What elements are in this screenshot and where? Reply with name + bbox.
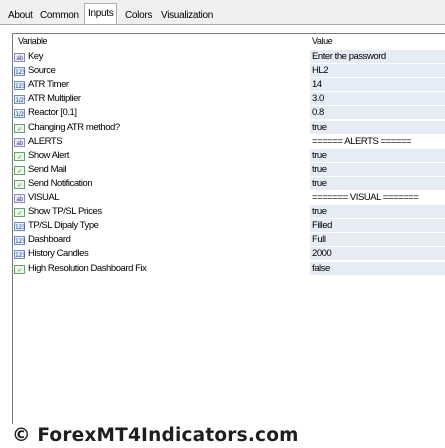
input-name-label: Show TP/SL Prices [28, 206, 102, 218]
input-row[interactable]: 123 ATR Timer 14 [13, 78, 445, 92]
inputs-grid: Variable Value ab Key Enter the password 12… [12, 33, 445, 424]
input-name-cell: ab Key [14, 50, 43, 64]
input-value-cell[interactable]: true [310, 148, 445, 162]
input-row[interactable]: ab Key Enter the password [13, 50, 445, 64]
input-value-cell[interactable]: true [310, 205, 445, 219]
input-row[interactable]: ✓ Send Notification true [13, 176, 445, 191]
boolean-type-icon: ✓ [14, 264, 25, 274]
input-name-label: ATR Multiplier [28, 93, 81, 105]
string-type-icon: ab [14, 53, 25, 62]
input-name-label: Source [28, 65, 56, 77]
input-name-label: ALERTS [28, 135, 63, 147]
integer-type-icon: 123 [14, 67, 26, 77]
input-row[interactable]: 123 History Candles 2000 [13, 247, 445, 261]
input-row[interactable]: ab VISUAL ======= VISUAL ======= [13, 191, 445, 205]
boolean-type-icon: ✓ [14, 179, 25, 189]
input-name-label: Send Notification [28, 177, 93, 189]
input-name-cell: ✓ High Resolution Dashboard Fix [14, 262, 147, 276]
tab-inputs[interactable]: Inputs [84, 3, 118, 25]
column-header-variable: Variable [18, 36, 48, 46]
input-name-label: Reactor [0.1] [28, 107, 77, 119]
double-type-icon: 1/2 [14, 95, 25, 105]
input-name-cell: 123 Source [14, 64, 56, 78]
string-type-icon: ab [14, 194, 25, 203]
input-name-cell: ✓ Show Alert [14, 149, 69, 163]
input-row[interactable]: ✓ Show Alert true [13, 148, 445, 163]
input-name-label: Send Mail [28, 163, 67, 175]
input-value-cell[interactable]: ======= VISUAL ======= [310, 191, 445, 204]
input-name-label: Key [28, 51, 44, 62]
boolean-type-icon: ✓ [14, 151, 25, 161]
input-value-cell[interactable]: Full [310, 233, 445, 247]
tab-about[interactable]: About [4, 7, 37, 25]
input-row[interactable]: 123 Dashboard Full [13, 233, 445, 247]
input-row[interactable]: ✓ Show TP/SL Prices true [13, 205, 445, 219]
input-value-cell[interactable]: Enter the password [310, 50, 445, 63]
input-name-cell: ✓ Show TP/SL Prices [14, 205, 102, 219]
tab-visualization[interactable]: Visualization [157, 7, 217, 25]
input-name-label: History Candles [28, 248, 89, 260]
input-name-label: High Resolution Dashboard Fix [28, 262, 147, 274]
input-name-cell: 123 ATR Timer [14, 78, 69, 92]
input-value-cell[interactable]: 2000 [310, 247, 445, 261]
input-row[interactable]: 123 Source HL2 [13, 64, 445, 78]
boolean-type-icon: ✓ [14, 123, 25, 133]
boolean-type-icon: ✓ [14, 208, 25, 218]
double-type-icon: 1/2 [14, 109, 25, 119]
input-row[interactable]: 1/2 Reactor [0.1] 0.8 [13, 106, 445, 120]
input-name-cell: 1/2 ATR Multiplier [14, 92, 81, 106]
boolean-type-icon: ✓ [14, 165, 25, 175]
input-row[interactable]: ✓ High Resolution Dashboard Fix false [13, 261, 445, 276]
input-value-cell[interactable]: true [310, 176, 445, 190]
input-row[interactable]: ✓ Changing ATR method? true [13, 120, 445, 135]
column-header-value: Value [312, 36, 333, 46]
input-name-cell: 123 History Candles [14, 247, 89, 261]
integer-type-icon: 123 [14, 222, 26, 232]
input-value-cell[interactable]: 0.8 [310, 106, 445, 120]
input-value-cell[interactable]: Filled [310, 219, 445, 233]
input-name-label: VISUAL [28, 192, 60, 203]
input-name-cell: 123 Dashboard [14, 233, 71, 247]
input-name-cell: ab ALERTS [14, 135, 63, 149]
input-value-cell[interactable]: true [310, 120, 445, 134]
input-row[interactable]: 1/2 ATR Multiplier 3.0 [13, 92, 445, 106]
input-name-label: Show Alert [28, 149, 69, 161]
integer-type-icon: 123 [14, 236, 26, 246]
input-name-cell: ab VISUAL [14, 191, 60, 205]
input-name-cell: ✓ Send Mail [14, 163, 67, 177]
input-name-label: Dashboard [28, 234, 71, 246]
input-row[interactable]: 123 TP/SL Dipaly Type Filled [13, 219, 445, 233]
input-value-cell[interactable]: 3.0 [310, 92, 445, 106]
input-name-label: ATR Timer [28, 79, 69, 91]
input-name-cell: 1/2 Reactor [0.1] [14, 106, 77, 120]
input-name-cell: ✓ Send Notification [14, 177, 93, 191]
input-name-cell: ✓ Changing ATR method? [14, 121, 120, 135]
input-value-cell[interactable]: ====== ALERTS ====== [310, 134, 445, 148]
tab-colors[interactable]: Colors [121, 7, 156, 25]
input-value-cell[interactable]: false [310, 261, 445, 275]
input-name-cell: 123 TP/SL Dipaly Type [14, 219, 99, 233]
string-type-icon: ab [14, 137, 25, 147]
input-name-label: Changing ATR method? [28, 121, 120, 133]
input-value-cell[interactable]: true [310, 162, 445, 176]
input-value-cell[interactable]: HL2 [310, 64, 445, 78]
input-row[interactable]: ✓ Send Mail true [13, 162, 445, 177]
integer-type-icon: 123 [14, 250, 26, 260]
watermark: © ForexMT4Indicators.com [12, 425, 299, 446]
input-name-label: TP/SL Dipaly Type [28, 220, 99, 232]
inputs-panel: Variable Value ab Key Enter the password 12… [0, 25, 445, 448]
tab-common[interactable]: Common [36, 7, 83, 25]
input-row[interactable]: ab ALERTS ====== ALERTS ====== [13, 134, 445, 149]
integer-type-icon: 123 [14, 81, 26, 91]
input-value-cell[interactable]: 14 [310, 78, 445, 92]
